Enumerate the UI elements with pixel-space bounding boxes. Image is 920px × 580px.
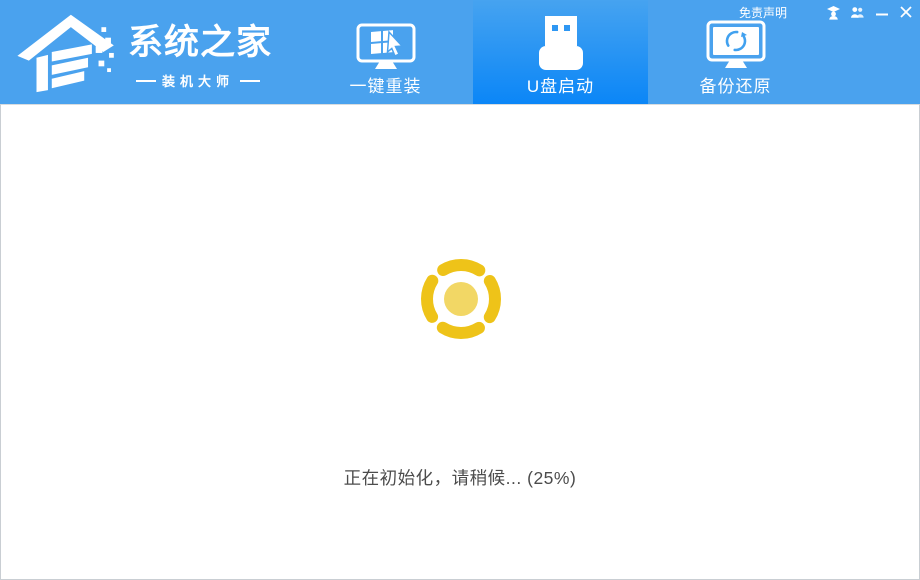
minimize-button[interactable] — [874, 5, 889, 20]
content-area: 正在初始化，请稍候... (25%) — [0, 104, 920, 580]
customer-service-icon[interactable] — [826, 5, 841, 20]
window-controls: 免责声明 — [739, 3, 913, 21]
tab-one-key-reinstall[interactable]: 一键重装 — [298, 0, 473, 104]
disclaimer-link[interactable]: 免责声明 — [739, 4, 787, 21]
user-group-icon[interactable] — [850, 5, 865, 20]
tab-label: 备份还原 — [700, 72, 772, 97]
loading-spinner-icon — [410, 248, 512, 350]
app-window: 系统之家 装机大师 — [0, 0, 920, 580]
logo-house-icon — [15, 10, 121, 94]
close-button[interactable] — [898, 5, 913, 20]
tab-label: U盘启动 — [527, 72, 594, 97]
app-subtitle-row: 装机大师 — [128, 71, 268, 90]
app-subtitle: 装机大师 — [156, 71, 240, 90]
title-bar: 系统之家 装机大师 — [0, 0, 920, 104]
tab-usb-boot[interactable]: U盘启动 — [473, 0, 648, 104]
subtitle-left-dash — [136, 80, 156, 82]
status-text: 正在初始化，请稍候... (25%) — [1, 465, 919, 490]
monitor-windows-icon — [356, 12, 416, 70]
usb-drive-icon — [539, 12, 583, 70]
app-logo-text: 系统之家 装机大师 — [128, 14, 278, 90]
app-name: 系统之家 — [128, 14, 278, 65]
tab-label: 一键重装 — [350, 72, 422, 97]
subtitle-right-dash — [240, 80, 260, 82]
